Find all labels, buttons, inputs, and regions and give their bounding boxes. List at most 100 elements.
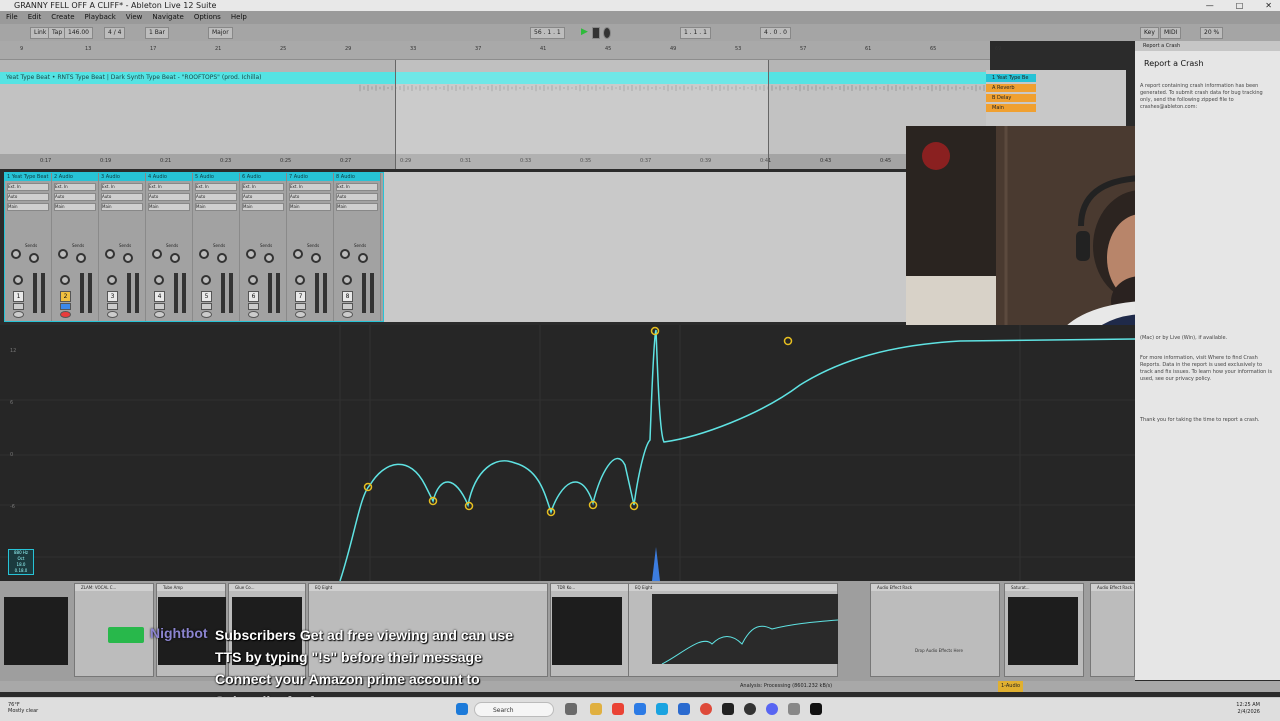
- eq-band-node[interactable]: [783, 336, 793, 346]
- monitor-select[interactable]: Auto: [101, 193, 143, 201]
- file-explorer-icon[interactable]: [590, 703, 602, 715]
- audio-to-select[interactable]: Main: [195, 203, 237, 211]
- audio-from-select[interactable]: Ext. In: [289, 183, 331, 191]
- solo-button[interactable]: [201, 303, 212, 310]
- monitor-select[interactable]: Auto: [54, 193, 96, 201]
- ableton-icon[interactable]: [810, 703, 822, 715]
- device-title[interactable]: Saturat...: [1005, 584, 1083, 591]
- clock[interactable]: 12:25 AM 2/4/2026: [1236, 702, 1260, 716]
- close-button[interactable]: ✕: [1265, 0, 1272, 11]
- menu-edit[interactable]: Edit: [28, 11, 42, 24]
- chrome-icon[interactable]: [700, 703, 712, 715]
- quantize-field[interactable]: 1 Bar: [145, 27, 169, 39]
- send-b-knob[interactable]: [170, 253, 180, 263]
- track-activator[interactable]: 6: [248, 291, 259, 302]
- pan-knob[interactable]: [248, 275, 258, 285]
- monitor-select[interactable]: Auto: [7, 193, 49, 201]
- tempo-field[interactable]: 146.00: [64, 27, 93, 39]
- app-icon-2[interactable]: [634, 703, 646, 715]
- track-name[interactable]: 3 Audio: [99, 173, 145, 181]
- track-name[interactable]: 5 Audio: [193, 173, 239, 181]
- menu-playback[interactable]: Playback: [85, 11, 116, 24]
- pan-knob[interactable]: [295, 275, 305, 285]
- pan-knob[interactable]: [154, 275, 164, 285]
- obs-icon[interactable]: [744, 703, 756, 715]
- pan-knob[interactable]: [107, 275, 117, 285]
- app-icon-1[interactable]: [612, 703, 624, 715]
- track-name[interactable]: 4 Audio: [146, 173, 192, 181]
- stop-button[interactable]: [592, 27, 600, 39]
- track-header[interactable]: 1 Yeat Type Be: [986, 74, 1036, 82]
- track-name[interactable]: 2 Audio: [52, 173, 98, 181]
- loop-start-field[interactable]: 1 . 1 . 1: [680, 27, 711, 39]
- monitor-select[interactable]: Auto: [289, 193, 331, 201]
- pan-knob[interactable]: [201, 275, 211, 285]
- time-signature-field[interactable]: 4 / 4: [104, 27, 126, 39]
- audio-to-select[interactable]: Main: [54, 203, 96, 211]
- audio-to-select[interactable]: Main: [101, 203, 143, 211]
- beat-ruler[interactable]: 9 13 17 21 25 29 33 37 41 45 49 53 57 61 65 69: [0, 41, 1001, 60]
- track-activator[interactable]: 3: [107, 291, 118, 302]
- weather-widget[interactable]: 76°F Mostly clear: [8, 702, 38, 714]
- send-a-knob[interactable]: [152, 249, 162, 259]
- scale-field[interactable]: Major: [208, 27, 233, 39]
- record-button[interactable]: [603, 27, 611, 39]
- volume-meter[interactable]: [127, 273, 131, 313]
- device-title[interactable]: TDR Ko...: [551, 584, 629, 591]
- device[interactable]: Audio Effect Rack: [870, 583, 1000, 677]
- loop-selection[interactable]: [395, 60, 769, 169]
- device-title[interactable]: Tube Amp: [157, 584, 225, 591]
- eq-curve-graph[interactable]: 12 6 0 -6: [0, 325, 1136, 582]
- audio-from-select[interactable]: Ext. In: [336, 183, 378, 191]
- track-header[interactable]: B Delay: [986, 94, 1036, 102]
- arm-button[interactable]: [13, 311, 24, 318]
- monitor-select[interactable]: Auto: [242, 193, 284, 201]
- edge-icon[interactable]: [656, 703, 668, 715]
- pan-knob[interactable]: [342, 275, 352, 285]
- send-b-knob[interactable]: [76, 253, 86, 263]
- send-a-knob[interactable]: [105, 249, 115, 259]
- pan-knob[interactable]: [60, 275, 70, 285]
- app-icon-3[interactable]: [722, 703, 734, 715]
- arm-button[interactable]: [248, 311, 259, 318]
- maximize-button[interactable]: □: [1236, 0, 1244, 11]
- monitor-select[interactable]: Auto: [195, 193, 237, 201]
- volume-meter[interactable]: [221, 273, 225, 313]
- volume-meter[interactable]: [80, 273, 84, 313]
- send-a-knob[interactable]: [58, 249, 68, 259]
- send-b-knob[interactable]: [29, 253, 39, 263]
- audio-to-select[interactable]: Main: [148, 203, 190, 211]
- track-activator[interactable]: 1: [13, 291, 24, 302]
- audio-to-select[interactable]: Main: [336, 203, 378, 211]
- eq-mini-display[interactable]: [652, 594, 839, 665]
- store-icon[interactable]: [678, 703, 690, 715]
- solo-button[interactable]: [342, 303, 353, 310]
- volume-meter[interactable]: [362, 273, 366, 313]
- track-activator[interactable]: 7: [295, 291, 306, 302]
- send-b-knob[interactable]: [123, 253, 133, 263]
- solo-button[interactable]: [154, 303, 165, 310]
- volume-meter[interactable]: [33, 273, 37, 313]
- solo-button[interactable]: [107, 303, 118, 310]
- arm-button[interactable]: [342, 311, 353, 318]
- monitor-select[interactable]: Auto: [148, 193, 190, 201]
- send-a-knob[interactable]: [246, 249, 256, 259]
- send-b-knob[interactable]: [217, 253, 227, 263]
- app-icon-4[interactable]: [788, 703, 800, 715]
- solo-button[interactable]: [13, 303, 24, 310]
- track-name[interactable]: 7 Audio: [287, 173, 333, 181]
- selected-track-status[interactable]: 1-Audio: [998, 681, 1024, 692]
- task-view-icon[interactable]: [565, 703, 577, 715]
- loop-length-field[interactable]: 4 . 0 . 0: [760, 27, 791, 39]
- device-title[interactable]: EQ Eight: [629, 584, 837, 591]
- menu-view[interactable]: View: [126, 11, 143, 24]
- device-title[interactable]: EQ Eight: [309, 584, 547, 591]
- solo-button[interactable]: [248, 303, 259, 310]
- send-b-knob[interactable]: [311, 253, 321, 263]
- track-activator[interactable]: 8: [342, 291, 353, 302]
- monitor-select[interactable]: Auto: [336, 193, 378, 201]
- device-title[interactable]: Glue Co...: [229, 584, 305, 591]
- device-title[interactable]: Audio Effect Rack: [871, 584, 999, 591]
- track-activator[interactable]: 4: [154, 291, 165, 302]
- solo-button[interactable]: [60, 303, 71, 310]
